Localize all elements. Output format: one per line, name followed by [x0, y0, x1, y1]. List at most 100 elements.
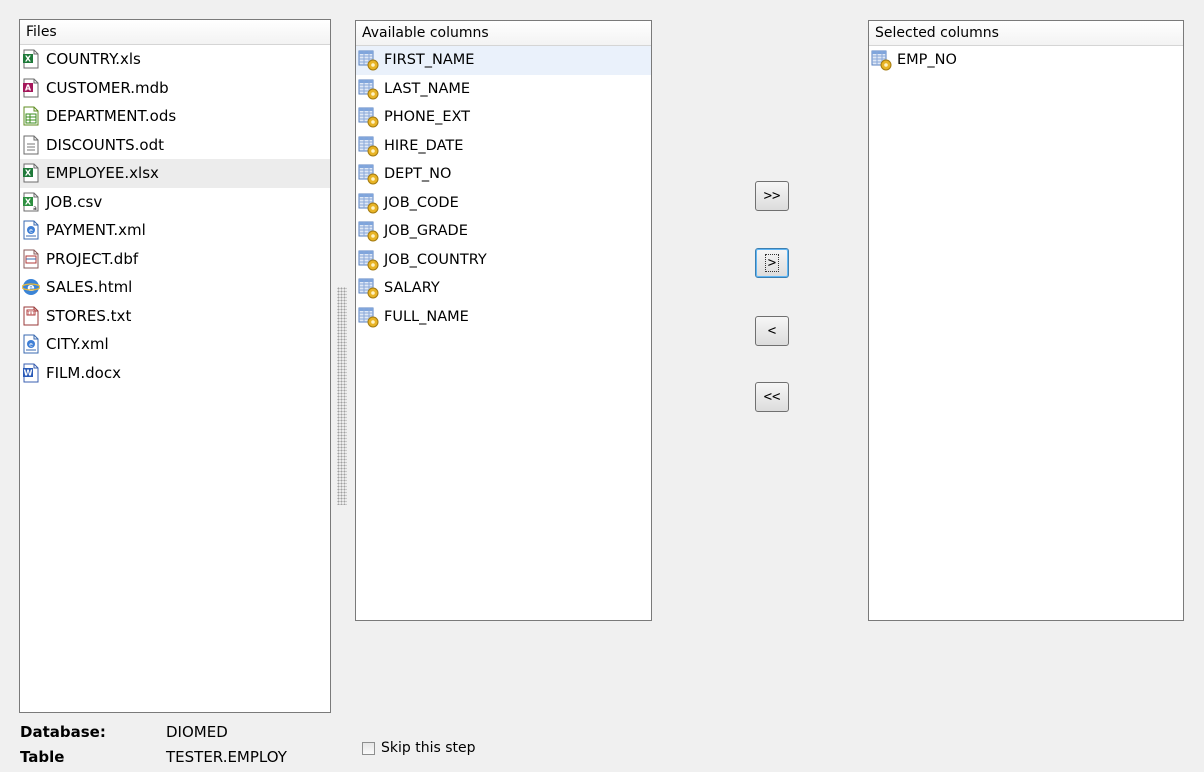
- table-label: Table: [20, 748, 65, 766]
- file-item[interactable]: X EMPLOYEE.xlsx: [20, 159, 330, 188]
- file-name: DISCOUNTS.odt: [46, 135, 165, 154]
- file-item[interactable]: W FILM.docx: [20, 359, 330, 388]
- svg-text:W: W: [24, 368, 33, 377]
- text-document-icon: [22, 135, 40, 155]
- table-column-icon: [358, 249, 380, 271]
- column-name: FIRST_NAME: [384, 52, 475, 69]
- table-column-icon: [358, 163, 380, 185]
- svg-text:e: e: [27, 281, 34, 294]
- remove-button[interactable]: <: [755, 316, 789, 346]
- add-all-button[interactable]: >>: [755, 181, 789, 211]
- file-item[interactable]: TXT STORES.txt: [20, 302, 330, 331]
- table-column-icon: [871, 49, 893, 71]
- column-name: JOB_GRADE: [384, 223, 468, 240]
- remove-all-label: <<: [763, 389, 781, 405]
- table-column-icon: [358, 306, 380, 328]
- skip-step-checkbox[interactable]: Skip this step: [362, 740, 476, 756]
- file-name: CITY.xml: [46, 335, 109, 354]
- xml-icon: e: [22, 220, 40, 240]
- files-panel: Files X COUNTRY.xls A CUSTOMER.mdb DEPARTMEN…: [19, 19, 331, 713]
- file-name: JOB.csv: [46, 192, 103, 211]
- file-name: PROJECT.dbf: [46, 249, 139, 268]
- files-list: X COUNTRY.xls A CUSTOMER.mdb DEPARTMENT.ods D…: [20, 45, 330, 387]
- dbf-icon: [22, 249, 40, 269]
- column-item[interactable]: JOB_GRADE: [356, 217, 651, 246]
- file-name: FILM.docx: [46, 363, 121, 382]
- column-name: JOB_CODE: [384, 194, 459, 211]
- svg-text:e: e: [29, 342, 33, 349]
- column-item[interactable]: LAST_NAME: [356, 75, 651, 104]
- available-columns-header: Available columns: [356, 21, 651, 46]
- excel-icon: X: [22, 163, 40, 183]
- column-item[interactable]: DEPT_NO: [356, 160, 651, 189]
- excel-icon: X: [22, 49, 40, 69]
- column-item[interactable]: JOB_CODE: [356, 189, 651, 218]
- file-item[interactable]: e CITY.xml: [20, 330, 330, 359]
- calc-spreadsheet-icon: [22, 106, 40, 126]
- txt-icon: TXT: [22, 306, 40, 326]
- file-item[interactable]: PROJECT.dbf: [20, 245, 330, 274]
- column-name: JOB_COUNTRY: [384, 251, 487, 268]
- table-column-icon: [358, 106, 380, 128]
- svg-text:a: a: [33, 205, 37, 212]
- selected-columns-header: Selected columns: [869, 21, 1183, 46]
- file-item[interactable]: e PAYMENT.xml: [20, 216, 330, 245]
- column-name: EMP_NO: [897, 52, 957, 69]
- file-name: CUSTOMER.mdb: [46, 78, 169, 97]
- file-item[interactable]: DISCOUNTS.odt: [20, 131, 330, 160]
- svg-text:e: e: [29, 228, 33, 235]
- add-label: >: [764, 254, 780, 272]
- column-name: PHONE_EXT: [384, 109, 471, 126]
- svg-text:X: X: [25, 55, 32, 64]
- file-item[interactable]: e SALES.html: [20, 273, 330, 302]
- file-item[interactable]: X COUNTRY.xls: [20, 45, 330, 74]
- html-icon: e: [21, 277, 41, 297]
- column-item[interactable]: JOB_COUNTRY: [356, 246, 651, 275]
- word-icon: W: [22, 363, 40, 383]
- column-name: SALARY: [384, 280, 440, 297]
- column-name: LAST_NAME: [384, 80, 471, 97]
- column-item[interactable]: FULL_NAME: [356, 303, 651, 332]
- skip-step-label: Skip this step: [381, 740, 476, 756]
- table-column-icon: [358, 277, 380, 299]
- column-item[interactable]: HIRE_DATE: [356, 132, 651, 161]
- table-column-icon: [358, 49, 380, 71]
- database-value: DIOMED: [166, 723, 228, 741]
- database-label: Database:: [20, 723, 106, 741]
- file-item[interactable]: A CUSTOMER.mdb: [20, 74, 330, 103]
- column-name: DEPT_NO: [384, 166, 452, 183]
- selected-columns-list: EMP_NO: [869, 46, 1183, 75]
- svg-text:A: A: [25, 83, 32, 92]
- table-value: TESTER.EMPLOY: [166, 748, 287, 766]
- file-name: STORES.txt: [46, 306, 132, 325]
- skip-checkbox-box[interactable]: [362, 741, 375, 755]
- table-column-icon: [358, 78, 380, 100]
- file-item[interactable]: Xa JOB.csv: [20, 188, 330, 217]
- column-item[interactable]: EMP_NO: [869, 46, 1183, 75]
- remove-label: <: [767, 323, 777, 339]
- available-columns-list: FIRST_NAME LAST_NAME PHONE_EXT HIRE_DATE DEP…: [356, 46, 651, 331]
- column-item[interactable]: PHONE_EXT: [356, 103, 651, 132]
- access-icon: A: [22, 78, 40, 98]
- files-header: Files: [20, 20, 330, 45]
- file-name: DEPARTMENT.ods: [46, 107, 177, 126]
- file-item[interactable]: DEPARTMENT.ods: [20, 102, 330, 131]
- file-name: SALES.html: [46, 278, 133, 297]
- available-columns-panel: Available columns FIRST_NAME LAST_NAME PHO…: [355, 20, 652, 621]
- add-button[interactable]: >: [755, 248, 789, 278]
- svg-text:TXT: TXT: [26, 310, 35, 315]
- file-name: EMPLOYEE.xlsx: [46, 164, 159, 183]
- svg-text:X: X: [25, 197, 32, 206]
- svg-text:X: X: [25, 169, 32, 178]
- remove-all-button[interactable]: <<: [755, 382, 789, 412]
- panel-splitter[interactable]: [337, 287, 347, 505]
- add-all-label: >>: [763, 188, 781, 204]
- file-name: PAYMENT.xml: [46, 221, 146, 240]
- xml-icon: e: [22, 334, 40, 354]
- table-column-icon: [358, 135, 380, 157]
- table-column-icon: [358, 192, 380, 214]
- selected-columns-panel: Selected columns EMP_NO: [868, 20, 1184, 621]
- column-item[interactable]: FIRST_NAME: [356, 46, 651, 75]
- column-item[interactable]: SALARY: [356, 274, 651, 303]
- csv-icon: Xa: [22, 192, 40, 212]
